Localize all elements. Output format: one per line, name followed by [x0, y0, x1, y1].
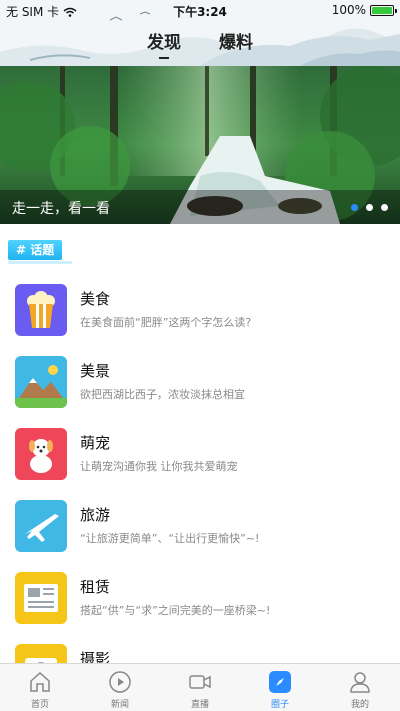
nav-mine[interactable]: 我的	[320, 664, 400, 711]
banner-caption-bar: 走一走，看一看	[0, 190, 400, 224]
landscape-icon	[15, 356, 67, 408]
tab-discover[interactable]: 发现	[147, 28, 181, 53]
topic-item-travel[interactable]: 旅游 “让旅游更简单”、“让出行更愉快”~!	[0, 488, 400, 560]
topic-item-food[interactable]: 美食 在美食面前“肥胖”这两个字怎么读?	[0, 272, 400, 344]
topic-description: “让旅游更简单”、“让出行更愉快”~!	[80, 532, 260, 545]
nav-label: 我的	[350, 700, 369, 710]
nav-home[interactable]: 首页	[0, 664, 80, 711]
topic-item-rental[interactable]: 租赁 搭起“供”与“求”之间完美的一座桥梁~!	[0, 560, 400, 632]
airplane-icon	[15, 500, 67, 552]
topic-item-scenery[interactable]: 美景 欲把西湖比西子，浓妆淡抹总相宜	[0, 344, 400, 416]
user-icon	[350, 672, 370, 693]
topic-title: 旅游	[80, 506, 111, 524]
popcorn-icon	[15, 284, 67, 336]
video-camera-icon	[189, 675, 211, 689]
battery-percent: 100%	[331, 3, 366, 17]
topic-title: 萌宠	[80, 434, 111, 452]
carousel-dot[interactable]	[366, 204, 373, 211]
top-tabs: 发现 爆料	[0, 28, 400, 53]
banner-caption: 走一走，看一看	[12, 201, 110, 217]
carousel-dot[interactable]	[381, 204, 388, 211]
carousel-dot[interactable]	[351, 204, 358, 211]
nav-label: 直播	[190, 700, 209, 710]
compass-icon	[269, 671, 291, 693]
topic-description: 在美食面前“肥胖”这两个字怎么读?	[80, 316, 252, 329]
topic-description: 欲把西湖比西子，浓妆淡抹总相宜	[80, 388, 245, 401]
nav-label: 圈子	[270, 700, 289, 710]
banner-carousel[interactable]: 走一走，看一看	[0, 66, 400, 224]
battery-icon	[370, 4, 397, 16]
topic-list: 美食 在美食面前“肥胖”这两个字怎么读? 美景 欲把西湖比西子，浓妆淡抹总相宜	[0, 272, 400, 704]
topic-description: 让萌宠沟通你我 让你我共爱萌宠	[80, 460, 238, 473]
carousel-indicator	[351, 204, 388, 211]
bottom-tab-bar: 首页 新闻 直播 圈子 我的	[0, 663, 400, 711]
tab-breaking-news[interactable]: 爆料	[219, 28, 253, 53]
topic-item-pets[interactable]: 萌宠 让萌宠沟通你我 让你我共爱萌宠	[0, 416, 400, 488]
nav-label: 新闻	[110, 700, 129, 710]
dog-icon	[15, 428, 67, 480]
topic-title: 美食	[80, 290, 111, 308]
play-circle-icon	[109, 671, 131, 693]
topic-description: 搭起“供”与“求”之间完美的一座桥梁~!	[80, 604, 271, 617]
status-bar: 无 SIM 卡 下午3:24 100%	[0, 0, 400, 20]
nav-news[interactable]: 新闻	[80, 664, 160, 711]
home-icon	[30, 671, 50, 692]
nav-circle[interactable]: 圈子	[240, 664, 320, 711]
newspaper-icon	[15, 572, 67, 624]
header: 无 SIM 卡 下午3:24 100% 发现 爆料	[0, 0, 400, 66]
nav-live[interactable]: 直播	[160, 664, 240, 711]
topic-title: 租赁	[80, 578, 111, 596]
nav-label: 首页	[30, 700, 49, 710]
battery-status: 100%	[331, 3, 397, 17]
topics-section-badge: # 话题	[8, 240, 73, 264]
topic-title: 美景	[80, 362, 111, 380]
